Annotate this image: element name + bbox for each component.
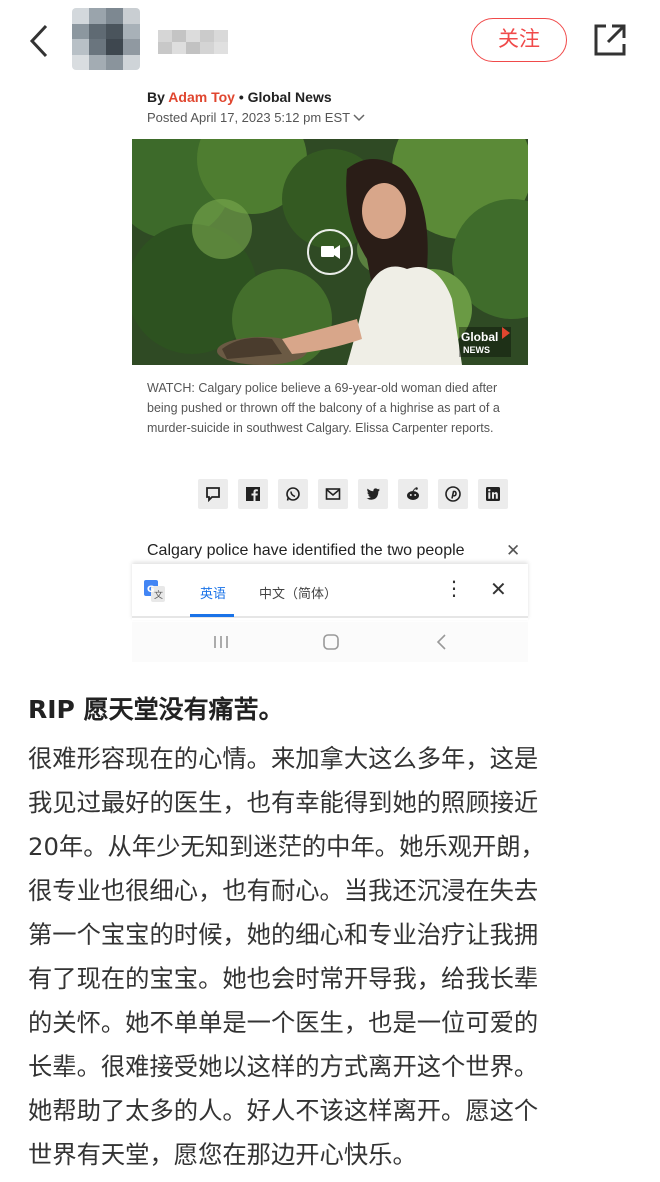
outlet-name: Global News [247, 89, 332, 105]
back-arrow-icon[interactable] [26, 20, 60, 62]
top-bar: 关注 [0, 0, 660, 82]
back-icon[interactable] [435, 633, 449, 655]
byline: By Adam Toy • Global News [147, 89, 332, 105]
share-external-icon[interactable] [590, 20, 630, 60]
tab-source-language[interactable]: 英语 [200, 583, 226, 602]
google-translate-icon: G文 [144, 580, 166, 606]
posted-date: Posted April 17, 2023 5:12 pm EST [147, 110, 365, 125]
username-blurred[interactable] [158, 30, 228, 54]
pinterest-icon[interactable] [438, 479, 468, 509]
article-first-line: Calgary police have identified the two p… [147, 542, 465, 559]
photo-caption: WATCH: Calgary police believe a 69-year-… [147, 381, 500, 435]
byline-separator: • [238, 89, 244, 105]
global-news-logo-line2: NEWS [463, 345, 490, 355]
whatsapp-icon[interactable] [278, 479, 308, 509]
follow-button[interactable]: 关注 [471, 18, 567, 62]
embedded-article-screenshot: By Adam Toy • Global News Posted April 1… [132, 82, 528, 664]
linkedin-icon[interactable] [478, 479, 508, 509]
reddit-icon[interactable] [398, 479, 428, 509]
recent-apps-icon[interactable] [212, 634, 230, 654]
author-link: Adam Toy [168, 89, 235, 105]
post-body: 很难形容现在的心情。来加拿大这么多年，这是 我见过最好的医生，也有幸能得到她的照… [28, 744, 545, 1169]
more-options-icon[interactable]: ⋮ [444, 576, 464, 600]
comment-icon[interactable] [198, 479, 228, 509]
svg-text:文: 文 [154, 589, 163, 601]
close-icon[interactable]: ✕ [506, 541, 520, 561]
post-title: RIP 愿天堂没有痛苦。 [28, 695, 284, 724]
email-icon[interactable] [318, 479, 348, 509]
close-icon[interactable]: ✕ [490, 577, 507, 601]
chevron-down-icon [353, 110, 365, 125]
active-tab-indicator [190, 614, 234, 617]
android-nav-bar [132, 622, 528, 662]
by-label: By [147, 89, 165, 105]
article-photo: Global NEWS [132, 139, 528, 365]
home-icon[interactable] [322, 633, 340, 655]
avatar[interactable] [72, 8, 140, 70]
global-news-logo-line1: Global [461, 330, 498, 344]
tab-target-language[interactable]: 中文（简体） [259, 583, 337, 602]
google-translate-bar: G文 英语 中文（简体） ⋮ ✕ [132, 564, 528, 620]
facebook-icon[interactable] [238, 479, 268, 509]
posted-text: Posted April 17, 2023 5:12 pm EST [147, 110, 350, 125]
twitter-icon[interactable] [358, 479, 388, 509]
